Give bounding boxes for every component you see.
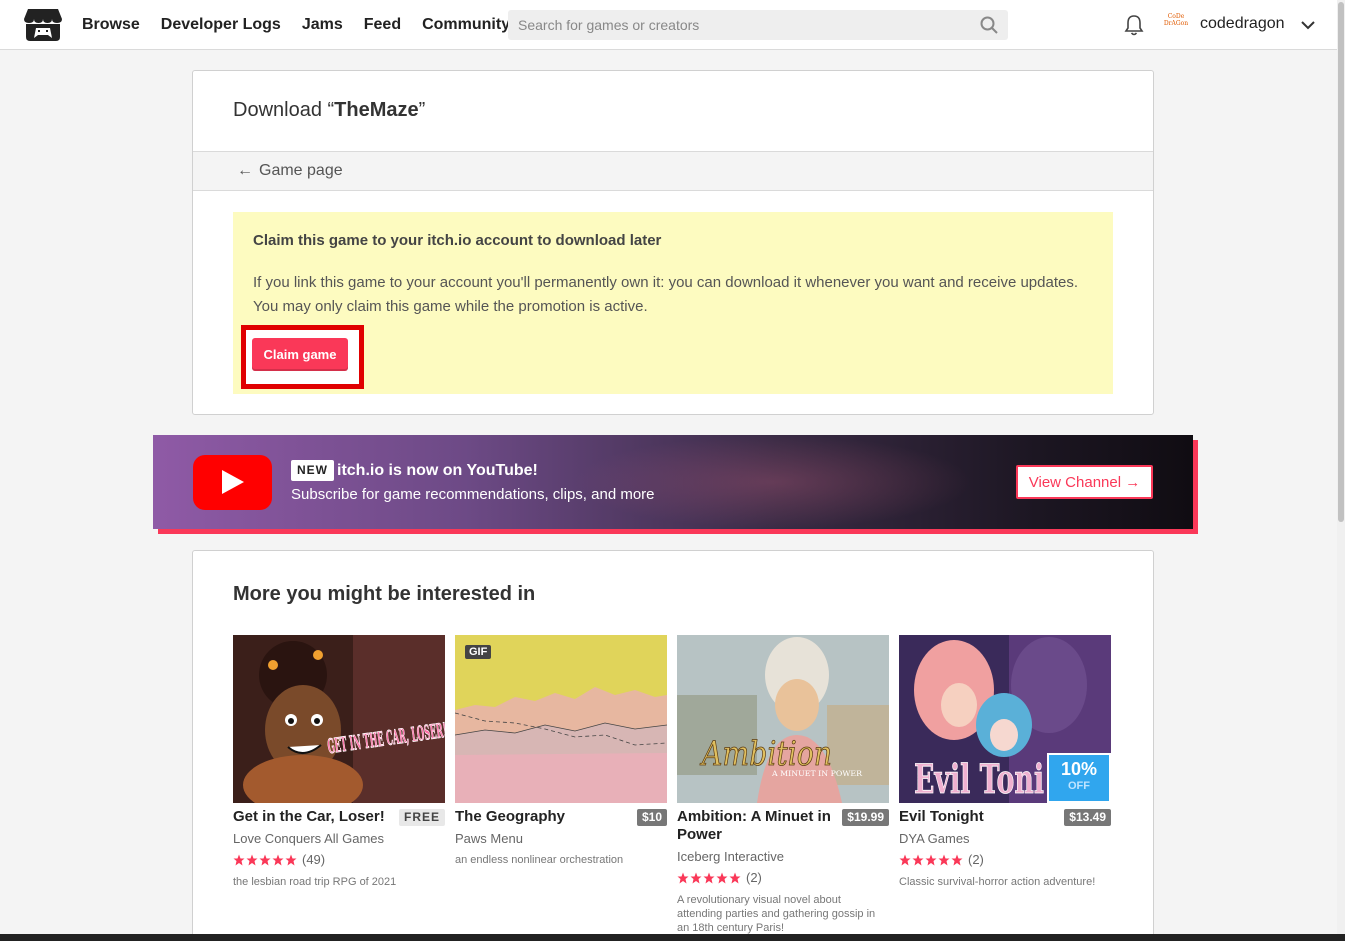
main-nav: Browse Developer Logs Jams Feed Communit… xyxy=(82,0,531,50)
claim-game-button[interactable]: Claim game xyxy=(252,338,348,371)
new-badge: NEW xyxy=(291,460,334,481)
bottom-edge-bar xyxy=(0,934,1345,941)
nav-developer-logs[interactable]: Developer Logs xyxy=(161,16,281,34)
site-header: Browse Developer Logs Jams Feed Communit… xyxy=(0,0,1337,50)
cover-title-text: Evil Toni xyxy=(914,756,1044,803)
rating-count: (2) xyxy=(968,852,984,867)
game-cover-evil-tonight[interactable]: Evil Toni 10% OFF xyxy=(899,635,1111,803)
game-author[interactable]: DYA Games xyxy=(899,831,970,846)
game-author[interactable]: Iceberg Interactive xyxy=(677,849,784,864)
game-author[interactable]: Paws Menu xyxy=(455,831,523,846)
price-badge: $10 xyxy=(636,809,667,826)
nav-community[interactable]: Community xyxy=(422,16,510,34)
claim-box: Claim this game to your itch.io account … xyxy=(233,212,1113,394)
arrow-left-icon: ← xyxy=(237,162,253,179)
game-cover-the-geography[interactable]: GIF xyxy=(455,635,667,803)
recommendations-panel: More you might be interested in GET IN T… xyxy=(192,550,1154,941)
nav-browse[interactable]: Browse xyxy=(82,16,140,34)
username[interactable]: codedragon xyxy=(1200,15,1285,33)
download-panel: Download “TheMaze” ← Game page Claim thi… xyxy=(192,70,1154,415)
rating-count: (49) xyxy=(302,852,326,867)
game-description: A revolutionary visual novel about atten… xyxy=(677,894,876,934)
price-badge: $13.49 xyxy=(1064,809,1111,826)
page-scrollbar[interactable] xyxy=(1337,0,1345,941)
game-name: TheMaze xyxy=(334,99,419,121)
cover-subtitle-text: A MINUET IN POWER xyxy=(771,770,863,778)
game-rating: (49) xyxy=(233,852,325,867)
back-bar: ← Game page xyxy=(193,151,1153,191)
search-input[interactable] xyxy=(508,10,968,40)
sale-badge: 10% OFF xyxy=(1047,753,1111,803)
chevron-down-icon[interactable] xyxy=(1300,17,1316,33)
claim-highlight-outline: Claim game xyxy=(241,325,364,389)
youtube-logo-icon xyxy=(193,455,272,510)
game-title[interactable]: Evil Tonight xyxy=(899,808,1059,826)
scrollbar-thumb[interactable] xyxy=(1338,2,1344,522)
game-description: the lesbian road trip RPG of 2021 xyxy=(233,876,397,888)
nav-feed[interactable]: Feed xyxy=(364,16,401,34)
sale-percent: 10% xyxy=(1060,759,1098,779)
claim-text: If you link this game to your account yo… xyxy=(253,274,1078,315)
star-rating-icon xyxy=(899,854,964,866)
cover-art: Ambition A MINUET IN POWER xyxy=(677,635,889,803)
game-page-link[interactable]: ← Game page xyxy=(237,162,343,180)
rating-count: (2) xyxy=(746,870,762,885)
sale-off-label: OFF xyxy=(1068,780,1090,792)
game-title[interactable]: Get in the Car, Loser! xyxy=(233,808,393,826)
star-rating-icon xyxy=(677,872,742,884)
game-author[interactable]: Love Conquers All Games xyxy=(233,831,384,846)
cover-art xyxy=(455,635,667,803)
youtube-subtitle: Subscribe for game recommendations, clip… xyxy=(291,486,655,503)
game-cell: GET IN THE CAR, LOSER! Get in the Car, L… xyxy=(233,635,445,888)
game-description: an endless nonlinear orchestration xyxy=(455,854,624,866)
itchio-logo-icon[interactable] xyxy=(24,7,62,43)
game-cover-ambition[interactable]: Ambition A MINUET IN POWER xyxy=(677,635,889,803)
title-suffix: ” xyxy=(418,99,426,121)
title-prefix: Download “ xyxy=(233,99,335,121)
banner-background-art xyxy=(573,435,973,529)
game-cell: Ambition A MINUET IN POWER Ambition: A M… xyxy=(677,635,889,934)
game-title[interactable]: Ambition: A Minuet in Power xyxy=(677,808,837,844)
game-page-label: Game page xyxy=(259,162,343,179)
notification-bell-icon[interactable] xyxy=(1124,14,1144,36)
search-bar xyxy=(508,10,1008,40)
cover-title-text: Ambition xyxy=(700,734,832,774)
game-rating: (2) xyxy=(899,852,984,867)
game-cell: GIF The Geography $10 Paws Menu an endle… xyxy=(455,635,667,866)
game-rating: (2) xyxy=(677,870,762,885)
search-icon[interactable] xyxy=(980,16,998,34)
cover-art: GET IN THE CAR, LOSER! xyxy=(233,635,445,803)
star-rating-icon xyxy=(233,854,298,866)
price-badge: FREE xyxy=(398,809,445,826)
recommendations-heading: More you might be interested in xyxy=(233,583,536,605)
gif-badge: GIF xyxy=(465,645,492,659)
game-cover-get-in-the-car-loser[interactable]: GET IN THE CAR, LOSER! xyxy=(233,635,445,803)
claim-heading: Claim this game to your itch.io account … xyxy=(253,232,662,249)
youtube-title: itch.io is now on YouTube! xyxy=(337,462,538,479)
youtube-banner[interactable]: NEW itch.io is now on YouTube! Subscribe… xyxy=(153,435,1193,529)
page-title: Download “TheMaze” xyxy=(233,99,425,122)
view-channel-button[interactable]: View Channel → xyxy=(1016,465,1153,499)
price-badge: $19.99 xyxy=(842,809,889,826)
nav-jams[interactable]: Jams xyxy=(302,16,343,34)
game-title[interactable]: The Geography xyxy=(455,808,615,826)
game-cell: Evil Toni 10% OFF Evil Tonight $13.49 DY… xyxy=(899,635,1111,888)
game-description: Classic survival-horror action adventure… xyxy=(899,876,1096,888)
avatar[interactable]: CoDe DrAGon xyxy=(1163,13,1189,37)
